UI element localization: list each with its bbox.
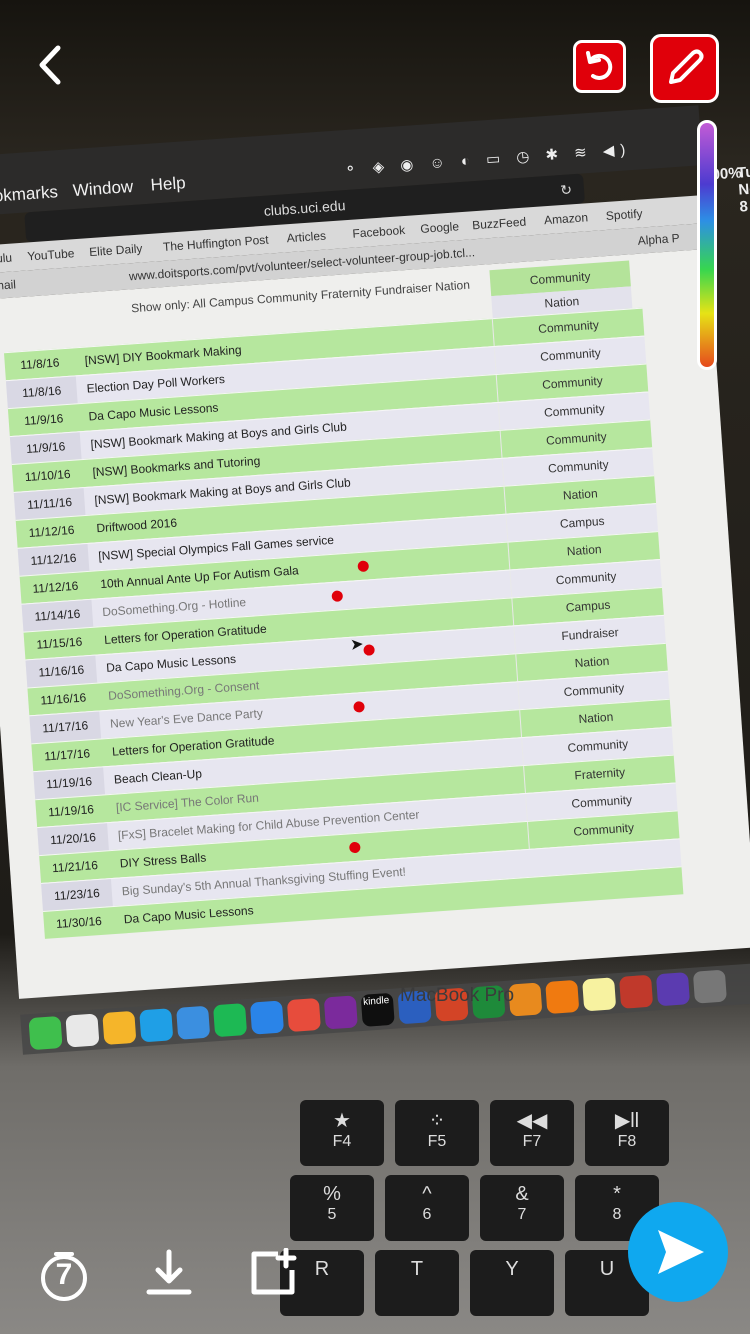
key-top-label: T [410,1258,424,1280]
save-button[interactable] [145,1248,193,1296]
bookmark-buzzfeed[interactable]: BuzzFeed [472,215,527,233]
key-sub-label: F5 [427,1133,447,1150]
menu-window[interactable]: Window [72,177,134,201]
key-top-label: ★ [333,1110,351,1132]
key-top-label: ▶ll [614,1110,640,1132]
undo-button[interactable] [573,40,626,93]
red-drawn-dot [348,841,361,854]
color-picker-slider[interactable] [697,120,717,370]
keyboard-key: Y [470,1250,554,1316]
key-top-label: & [515,1183,529,1205]
download-icon [146,1249,192,1295]
draw-button[interactable] [650,34,719,103]
safari-icon[interactable] [249,1000,285,1035]
bookmark-alpha[interactable]: Alpha P [637,231,680,248]
skype-icon[interactable] [139,1008,174,1043]
bookmark-elite-daily[interactable]: Elite Daily [89,241,143,259]
webpage-content: Show only: All Campus Community Fraterni… [0,248,750,999]
bookmark-google[interactable]: Google [420,219,460,236]
red-drawn-dot [363,644,375,656]
bookmark-youtube[interactable]: YouTube [27,246,75,263]
volunteer-table: Show only: All Campus Community Fraterni… [1,260,684,939]
spotify-icon[interactable] [213,1003,248,1038]
keyboard-key: T [375,1250,459,1316]
notes-icon[interactable] [582,977,617,1012]
photos-icon[interactable] [102,1010,137,1045]
timer-value: 7 [55,1258,73,1291]
bookmark-amazon[interactable]: Amazon [544,210,589,227]
menubar-status-icons: ⚬ ◈ ◉ ☺ ◐ ▭ ◷ ✱ ≋ ◀) [343,141,632,179]
bookmark-facebook[interactable]: Facebook [352,223,406,241]
chrome-icon[interactable] [286,997,321,1033]
onenote-icon[interactable] [323,995,358,1030]
keyboard-key: ⁘ F5 [395,1100,479,1166]
table-rows: 11/8/16 [NSW] DIY Bookmark Making Communit… [3,307,684,939]
add-story-icon [251,1247,297,1295]
key-top-label: ^ [422,1183,432,1205]
key-top-label: Y [505,1258,519,1280]
facetime-icon[interactable] [28,1015,63,1051]
itunes-icon[interactable] [65,1013,100,1048]
key-sub-label: F8 [617,1133,637,1150]
macbook-label: MacBook Pro [400,985,515,1006]
system-preferences-icon[interactable] [692,969,727,1004]
keyboard-key: & 7 [480,1175,564,1241]
keyboard-key: ◀◀ F7 [490,1100,574,1166]
kindle-label: kindle [362,995,390,1008]
key-top-label: % [323,1183,341,1205]
undo-icon [586,51,613,80]
keyboard-key: % 5 [290,1175,374,1241]
pencil-icon [669,49,704,84]
add-to-story-button[interactable] [248,1247,298,1296]
menu-help[interactable]: Help [150,173,186,195]
row-date: 11/30/16 [55,913,103,932]
bookmark-hulu[interactable]: Hulu [0,251,13,267]
key-sub-label: 6 [422,1206,432,1223]
red-drawn-dot [353,701,365,713]
bookmark-articles[interactable]: Articles [286,229,326,246]
vlc-icon[interactable] [545,979,580,1015]
red-drawn-dot [331,590,344,603]
reload-icon[interactable]: ↻ [559,174,573,205]
imovie-icon[interactable] [655,972,691,1007]
bookmark-spotify[interactable]: Spotify [605,206,643,223]
menu-bookmarks[interactable]: Bookmarks [0,182,59,208]
photo-booth-icon[interactable] [619,974,654,1009]
send-button[interactable] [628,1202,728,1302]
keyboard-key: ▶ll F8 [585,1100,669,1166]
back-button[interactable]: back [32,40,68,90]
kindle-icon[interactable]: kindle [360,992,395,1027]
send-arrow-icon [658,1230,704,1274]
bookmark-huffington[interactable]: The Huffington Post [162,233,269,254]
chevron-left-icon [39,45,61,85]
gmail-tab[interactable]: - Gmail [0,277,16,294]
key-sub-label: F7 [522,1133,542,1150]
red-drawn-dot [357,560,370,573]
screen-share-icon[interactable] [176,1005,211,1040]
keyboard-key: ★ F4 [300,1100,384,1166]
timer-button[interactable]: 7 [38,1250,90,1302]
key-sub-label: 5 [327,1206,337,1223]
laptop-screen: Bookmarks Window Help ⚬ ◈ ◉ ☺ ◐ ▭ ◷ ✱ ≋ … [0,105,750,1055]
key-top-label: ◀◀ [516,1110,548,1132]
url-text: clubs.uci.edu [263,197,346,219]
key-sub-label: F4 [332,1133,352,1150]
mouse-cursor-icon: ➤ [349,635,365,654]
key-top-label: ⁘ [428,1110,446,1132]
key-sub-label: 7 [517,1206,527,1223]
keyboard-key: ^ 6 [385,1175,469,1241]
